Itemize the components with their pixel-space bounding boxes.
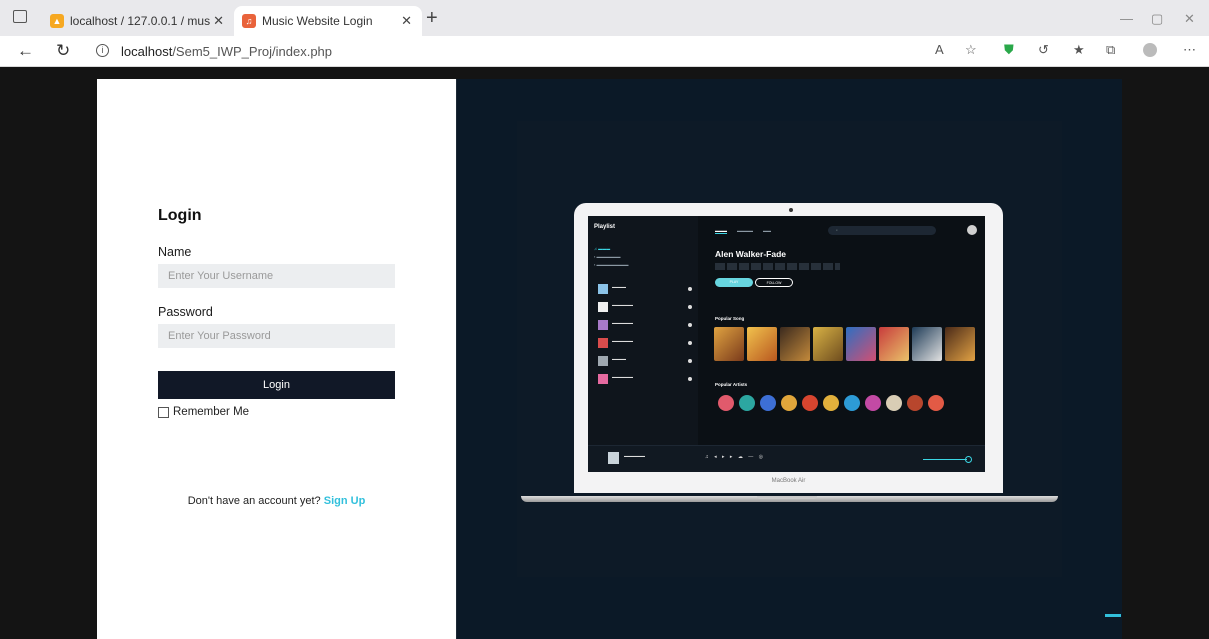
mockup-track: ▬▬▬▬: [592, 356, 692, 368]
device-label: MacBook Air: [771, 478, 806, 484]
refresh-icon[interactable]: ↻: [56, 41, 70, 61]
mockup-popular-artists: Popular Artists: [715, 382, 748, 387]
mockup-player-bar: ▬▬▬▬▬▬ ♫ ◂ ▸ ▸ ☁ — ◎: [588, 445, 985, 472]
remember-label: Remember Me: [173, 406, 250, 418]
mockup-playlist-item: ▪ ▬▬▬▬▬▬▬▬: [594, 262, 629, 267]
profile-avatar-icon[interactable]: [1143, 43, 1157, 57]
browser-tab-strip: ▲ localhost / 127.0.0.1 / music_use ✕ ♫ …: [0, 0, 1209, 36]
site-info-icon[interactable]: i: [96, 44, 109, 57]
mockup-popular-song: Popular Song: [715, 316, 745, 321]
hero-panel: Playlist ♫ ▬▬▬ ▪ ▬▬▬▬▬▬ ▪ ▬▬▬▬▬▬▬▬ ▬▬▬▬ …: [456, 79, 1122, 639]
scroll-accent: [1105, 614, 1121, 617]
shield-extension-icon[interactable]: ⛊: [1004, 42, 1014, 58]
laptop-screen: Playlist ♫ ▬▬▬ ▪ ▬▬▬▬▬▬ ▪ ▬▬▬▬▬▬▬▬ ▬▬▬▬ …: [588, 216, 985, 472]
mockup-track: ▬▬▬▬▬▬: [592, 374, 692, 386]
remember-me[interactable]: Remember Me: [158, 406, 249, 418]
new-tab-icon[interactable]: +: [426, 8, 438, 28]
restore-icon[interactable]: ▢: [1151, 11, 1163, 27]
mockup-search: ⌕: [828, 226, 936, 235]
mockup-track: ▬▬▬▬: [592, 284, 692, 296]
mockup-play-button: PLAY: [715, 278, 753, 287]
signup-row: Don't have an account yet? Sign Up: [97, 495, 456, 507]
close-icon[interactable]: ✕: [213, 13, 224, 29]
mockup-hero-subtitle: [715, 263, 840, 270]
mockup-song-covers: [714, 327, 975, 361]
mockup-avatar: [967, 225, 977, 235]
mockup-sidebar: Playlist ♫ ▬▬▬ ▪ ▬▬▬▬▬▬ ▪ ▬▬▬▬▬▬▬▬ ▬▬▬▬ …: [588, 216, 698, 472]
extension-icon[interactable]: ↺: [1038, 42, 1049, 58]
name-label: Name: [158, 245, 192, 259]
address-bar: ← ↻ i localhost/Sem5_IWP_Proj/index.php …: [0, 36, 1209, 67]
back-arrow-icon[interactable]: ←: [17, 41, 34, 61]
minimize-icon[interactable]: —: [1120, 11, 1133, 26]
login-title: Login: [158, 207, 202, 224]
read-aloud-icon[interactable]: A: [935, 42, 944, 57]
username-input[interactable]: [158, 264, 395, 288]
more-menu-icon[interactable]: ⋯: [1183, 42, 1196, 58]
password-input[interactable]: [158, 324, 395, 348]
music-favicon: ♫: [242, 14, 256, 28]
url-path: /Sem5_IWP_Proj/index.php: [172, 44, 333, 59]
phpmyadmin-icon: ▲: [50, 14, 64, 28]
tab-actions-icon[interactable]: [13, 10, 27, 23]
login-panel: Login Name Password Login Remember Me Do…: [97, 79, 456, 639]
mockup-playlist-item: ▪ ▬▬▬▬▬▬: [594, 254, 621, 259]
tab-music-login[interactable]: ♫ Music Website Login ✕: [234, 6, 422, 36]
close-window-icon[interactable]: ✕: [1184, 11, 1195, 27]
tab-title: Music Website Login: [262, 14, 373, 28]
mockup-follow-button: FOLLOW: [755, 278, 793, 287]
signup-link[interactable]: Sign Up: [324, 495, 366, 507]
password-label: Password: [158, 305, 213, 319]
camera-dot: [789, 208, 793, 212]
close-icon[interactable]: ✕: [401, 13, 412, 29]
mockup-artists: [718, 395, 944, 411]
favorite-star-icon[interactable]: ☆: [965, 42, 977, 58]
laptop-notch: [757, 496, 817, 499]
mockup-track: ▬▬▬▬▬▬: [592, 338, 692, 350]
remember-checkbox[interactable]: [158, 406, 169, 418]
mockup-track: ▬▬▬▬▬▬: [592, 320, 692, 332]
url-field[interactable]: localhost/Sem5_IWP_Proj/index.php: [121, 44, 332, 59]
mockup-topnav: ▬▬▬ ▬▬▬▬ ▬▬: [715, 228, 771, 234]
mockup-sidebar-title: Playlist: [594, 224, 616, 230]
tab-phpmyadmin[interactable]: ▲ localhost / 127.0.0.1 / music_use ✕: [42, 6, 234, 36]
collections-icon[interactable]: ⧉: [1106, 42, 1115, 58]
signup-prompt: Don't have an account yet?: [187, 495, 321, 507]
mockup-track: ▬▬▬▬▬▬: [592, 302, 692, 314]
favorites-icon[interactable]: ★: [1073, 42, 1085, 58]
login-button[interactable]: Login: [158, 371, 395, 399]
mockup-hero-title: Alen Walker-Fade: [715, 249, 787, 259]
tab-title: localhost / 127.0.0.1 / music_use: [70, 14, 210, 28]
mockup-playlist-item: ♫ ▬▬▬: [594, 246, 611, 251]
url-host: localhost: [121, 44, 173, 59]
